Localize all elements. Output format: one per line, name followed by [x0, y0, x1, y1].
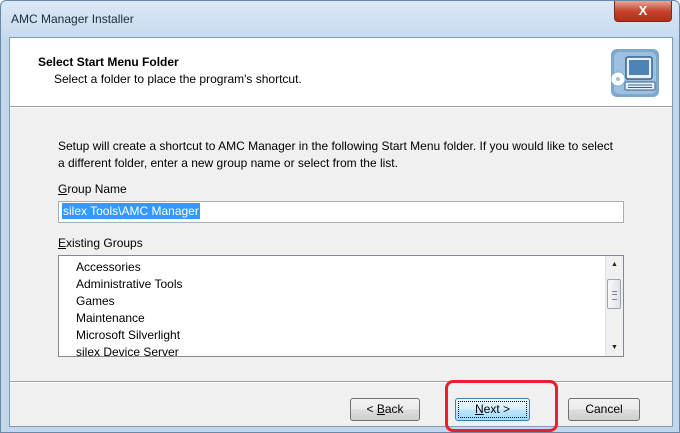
- list-item[interactable]: Administrative Tools: [76, 276, 596, 293]
- scroll-thumb[interactable]: [607, 279, 621, 309]
- window-title: AMC Manager Installer: [11, 12, 134, 26]
- list-item[interactable]: Accessories: [76, 259, 596, 276]
- wizard-header: Select Start Menu Folder Select a folder…: [10, 38, 672, 106]
- existing-groups-accel: E: [58, 236, 67, 250]
- vertical-scrollbar[interactable]: ▲ ▼: [605, 256, 623, 356]
- page-subtitle: Select a folder to place the program's s…: [54, 72, 302, 86]
- close-icon: X: [638, 3, 648, 18]
- back-accel: B: [376, 402, 385, 416]
- group-name-label-rest: roup Name: [67, 182, 127, 196]
- installer-window: AMC Manager Installer X Select Start Men…: [0, 0, 680, 433]
- list-item[interactable]: Maintenance: [76, 310, 596, 327]
- existing-groups-list[interactable]: Accessories Administrative Tools Games M…: [58, 255, 624, 357]
- page-title: Select Start Menu Folder: [38, 55, 179, 69]
- group-name-label: Group Name: [58, 182, 127, 196]
- existing-groups-label: Existing Groups: [58, 236, 143, 250]
- group-name-accel: G: [58, 182, 68, 196]
- group-name-input[interactable]: silex Tools\AMC Manager: [58, 201, 624, 223]
- back-button[interactable]: < Back: [350, 398, 420, 421]
- header-divider: [10, 106, 672, 108]
- existing-groups-label-rest: xisting Groups: [66, 236, 143, 250]
- back-prefix: <: [366, 402, 377, 416]
- scroll-down-icon[interactable]: ▼: [606, 339, 623, 356]
- title-bar[interactable]: AMC Manager Installer X: [1, 1, 679, 39]
- computer-icon: [611, 49, 659, 97]
- back-label: ack: [384, 402, 404, 416]
- scroll-up-icon[interactable]: ▲: [606, 256, 623, 273]
- cancel-button[interactable]: Cancel: [568, 398, 640, 421]
- dialog-client-area: Select Start Menu Folder Select a folder…: [9, 37, 673, 427]
- list-item[interactable]: Games: [76, 293, 596, 310]
- cancel-label: Cancel: [585, 402, 623, 416]
- instructions-text: Setup will create a shortcut to AMC Mana…: [58, 139, 613, 170]
- close-button[interactable]: X: [614, 1, 672, 22]
- grip-icon: [612, 291, 617, 300]
- list-item[interactable]: silex Device Server: [76, 344, 596, 356]
- footer-divider: [10, 381, 672, 383]
- next-button-highlight: [445, 380, 558, 432]
- group-name-value: silex Tools\AMC Manager: [62, 203, 200, 219]
- list-item[interactable]: Microsoft Silverlight: [76, 327, 596, 344]
